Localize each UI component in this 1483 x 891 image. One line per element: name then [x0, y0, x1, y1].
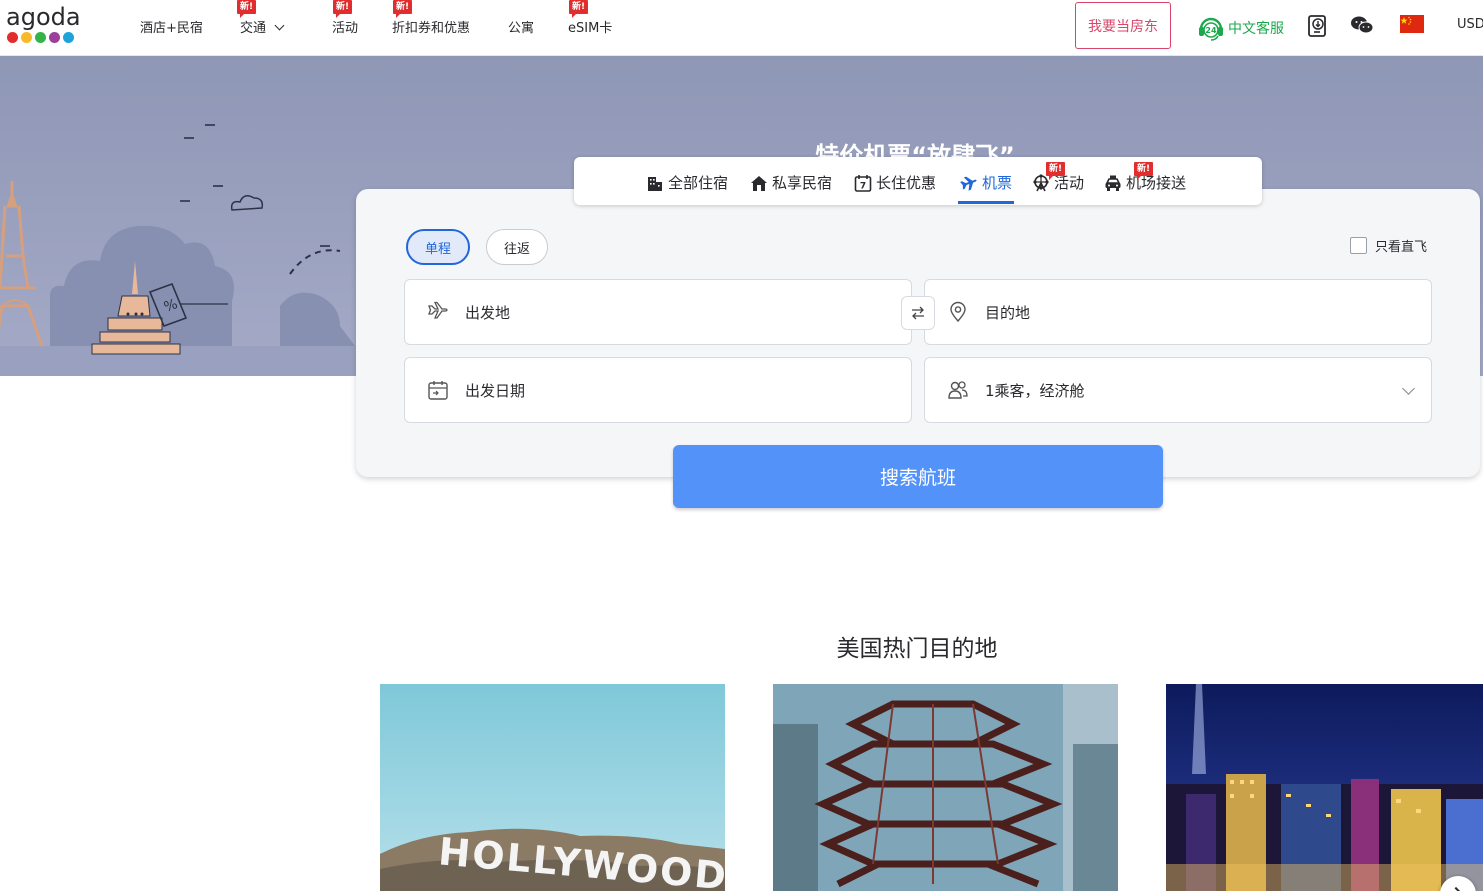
tab-flights[interactable]: 机票: [960, 172, 1012, 193]
logo-dot: [63, 32, 74, 43]
nonstop-only-checkbox[interactable]: 只看直飞: [1350, 236, 1427, 255]
app-download-icon[interactable]: [1306, 14, 1330, 38]
logo-text: agoda: [6, 3, 81, 31]
nonstop-label: 只看直飞: [1375, 240, 1428, 255]
currency-selector[interactable]: USD: [1457, 17, 1483, 32]
new-badge: 新!: [333, 0, 353, 18]
tab-activities[interactable]: 新! 活动: [1032, 162, 1084, 193]
search-flights-button[interactable]: 搜索航班: [673, 445, 1163, 508]
origin-placeholder: 出发地: [465, 303, 511, 322]
agoda-logo[interactable]: agoda: [6, 4, 86, 48]
building-icon: [648, 176, 662, 191]
chinese-support-link[interactable]: 24 中文客服: [1196, 14, 1284, 42]
plane-icon: [960, 176, 977, 191]
chevron-down-icon: [1402, 382, 1415, 395]
nav-transport[interactable]: 交通: [240, 17, 285, 36]
tab-label: 机票: [982, 174, 1013, 192]
hollywood-sign-image: HOLLYWOOD: [380, 684, 725, 891]
new-badge: 新!: [393, 0, 413, 18]
logo-dot: [7, 32, 18, 43]
swap-arrows-icon: [912, 306, 924, 320]
nav-hotels-label: 酒店+民宿: [140, 21, 203, 36]
destination-card-las-vegas[interactable]: [1166, 684, 1483, 891]
logo-dot: [21, 32, 32, 43]
tab-label: 长住优惠: [876, 174, 937, 192]
passengers-cabin-selector[interactable]: 1乘客，经济舱: [924, 357, 1432, 423]
wechat-icon[interactable]: [1350, 14, 1374, 38]
nav-hotels[interactable]: 酒店+民宿: [140, 17, 203, 36]
headset-24-icon: 24: [1199, 17, 1223, 41]
nav-esim[interactable]: eSIM卡: [568, 17, 612, 36]
logo-dots: [7, 32, 86, 43]
ferris-wheel-icon: [1033, 173, 1049, 191]
car-icon: [1105, 175, 1121, 191]
chevron-down-icon: [274, 20, 285, 31]
support-label: 中文客服: [1228, 21, 1284, 37]
nav-esim-label: eSIM卡: [568, 21, 613, 36]
checkbox-box[interactable]: [1350, 237, 1367, 254]
tab-private-homes[interactable]: 私享民宿: [750, 172, 832, 193]
nav-activities[interactable]: 活动: [332, 17, 358, 36]
nav-apartments-label: 公寓: [508, 21, 535, 36]
tab-label: 全部住宿: [668, 174, 729, 192]
vessel-nyc-image: [773, 684, 1118, 891]
new-badge: 新!: [1046, 162, 1066, 180]
travel-illustration: %: [0, 124, 360, 376]
nav-apartments[interactable]: 公寓: [508, 17, 534, 36]
nav-transport-label: 交通: [240, 21, 267, 36]
tab-all-stays[interactable]: 全部住宿: [646, 172, 728, 193]
calendar-icon: [428, 381, 448, 400]
departure-date-placeholder: 出发日期: [465, 381, 526, 400]
round-trip-toggle[interactable]: 往返: [486, 229, 548, 265]
new-badge: 新!: [237, 0, 257, 18]
plane-departure-icon: [428, 301, 448, 319]
calendar-7-icon: 7: [854, 174, 872, 192]
destinations-title: 美国热门目的地: [836, 636, 998, 662]
nav-deals-label: 折扣券和优惠: [392, 21, 471, 36]
las-vegas-night-image: [1166, 684, 1483, 891]
origin-field[interactable]: 出发地: [404, 279, 912, 345]
destination-card-new-york[interactable]: [773, 684, 1118, 891]
logo-dot: [35, 32, 46, 43]
swap-locations-button[interactable]: [901, 296, 935, 330]
new-badge: 新!: [1134, 162, 1154, 180]
china-flag-icon[interactable]: [1400, 15, 1424, 33]
nav-deals[interactable]: 折扣券和优惠: [392, 17, 470, 36]
become-host-button[interactable]: 我要当房东: [1075, 2, 1171, 49]
new-badge: 新!: [569, 0, 589, 18]
tab-label: 私享民宿: [772, 174, 833, 192]
location-pin-icon: [950, 301, 966, 323]
tab-airport-transfer[interactable]: 新! 机场接送: [1104, 162, 1186, 193]
nav-activities-label: 活动: [332, 21, 359, 36]
svg-text:7: 7: [860, 181, 866, 191]
svg-text:24: 24: [1205, 26, 1217, 35]
one-way-toggle[interactable]: 单程: [406, 229, 470, 265]
logo-dot: [49, 32, 60, 43]
active-tab-indicator: [958, 201, 1014, 204]
chevron-right-icon: [1448, 886, 1464, 891]
top-navigation: agoda 酒店+民宿 新! 交通 新! 活动 新! 折扣券和优惠 公寓 新! …: [0, 0, 1483, 56]
house-icon: [751, 175, 767, 191]
destination-card-hollywood[interactable]: HOLLYWOOD: [380, 684, 725, 891]
passengers-icon: [948, 381, 968, 399]
destination-field[interactable]: 目的地: [924, 279, 1432, 345]
passengers-value: 1乘客，经济舱: [985, 381, 1085, 400]
tab-long-stay[interactable]: 7 长住优惠: [854, 172, 936, 193]
destination-placeholder: 目的地: [985, 303, 1031, 322]
product-tabs: 全部住宿 私享民宿 7 长住优惠 机票 新! 活动 新! 机场接送: [574, 157, 1262, 205]
departure-date-field[interactable]: 出发日期: [404, 357, 912, 423]
